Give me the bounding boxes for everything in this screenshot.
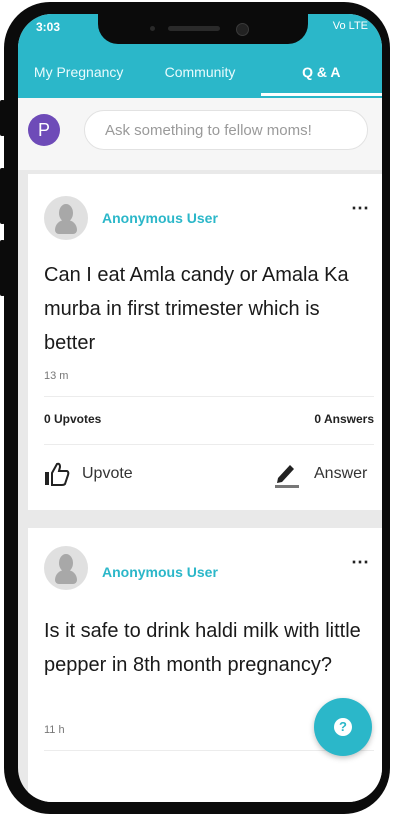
app-header: 3:03 Vo LTE My Pregnancy Community Q & A xyxy=(18,14,382,98)
upvote-button[interactable]: Upvote xyxy=(44,462,164,490)
status-icons: Vo LTE xyxy=(332,20,368,32)
anonymous-avatar-icon xyxy=(44,196,88,240)
question-text[interactable]: Can I eat Amla candy or Amala Ka murba i… xyxy=(44,258,374,360)
speaker-grill xyxy=(168,26,220,31)
upvote-label: Upvote xyxy=(82,465,133,482)
user-avatar[interactable]: P xyxy=(28,114,60,146)
tab-bar: My Pregnancy Community Q & A xyxy=(18,62,382,98)
post-time: 11 h xyxy=(44,724,65,736)
front-camera xyxy=(236,23,249,36)
question-text[interactable]: Is it safe to drink haldi milk with litt… xyxy=(44,614,374,682)
post-author[interactable]: Anonymous User xyxy=(102,210,218,226)
divider xyxy=(44,444,374,445)
thumbs-up-icon xyxy=(45,462,70,486)
anonymous-avatar-icon xyxy=(44,546,88,590)
phone-frame: 3:03 Vo LTE My Pregnancy Community Q & A… xyxy=(4,2,390,814)
tab-qa[interactable]: Q & A xyxy=(260,62,382,96)
ask-question-fab[interactable]: ? xyxy=(314,698,372,756)
tab-my-pregnancy[interactable]: My Pregnancy xyxy=(18,62,139,98)
answer-button[interactable]: Answer xyxy=(274,460,374,490)
question-card: Anonymous User ⋯ Can I eat Amla candy or… xyxy=(28,174,382,510)
question-icon: ? xyxy=(334,718,352,736)
post-time: 13 m xyxy=(44,370,69,382)
upvote-count: 0 Upvotes xyxy=(44,412,102,426)
answer-count: 0 Answers xyxy=(314,412,374,426)
more-options-icon[interactable]: ⋯ xyxy=(351,198,370,219)
camera-notch xyxy=(98,14,308,44)
answer-label: Answer xyxy=(314,465,368,482)
more-options-icon[interactable]: ⋯ xyxy=(351,552,370,573)
ask-bar: P Ask something to fellow moms! xyxy=(18,98,382,170)
tab-community[interactable]: Community xyxy=(139,62,260,98)
divider xyxy=(44,750,374,751)
pencil-icon xyxy=(275,465,299,488)
question-card: Anonymous User ⋯ Is it safe to drink hal… xyxy=(28,528,382,802)
divider xyxy=(44,396,374,397)
screen: 3:03 Vo LTE My Pregnancy Community Q & A… xyxy=(18,14,382,802)
status-time: 3:03 xyxy=(36,20,61,34)
post-author[interactable]: Anonymous User xyxy=(102,564,218,580)
sensor-dot xyxy=(150,26,155,31)
ask-question-input[interactable]: Ask something to fellow moms! xyxy=(84,110,368,150)
